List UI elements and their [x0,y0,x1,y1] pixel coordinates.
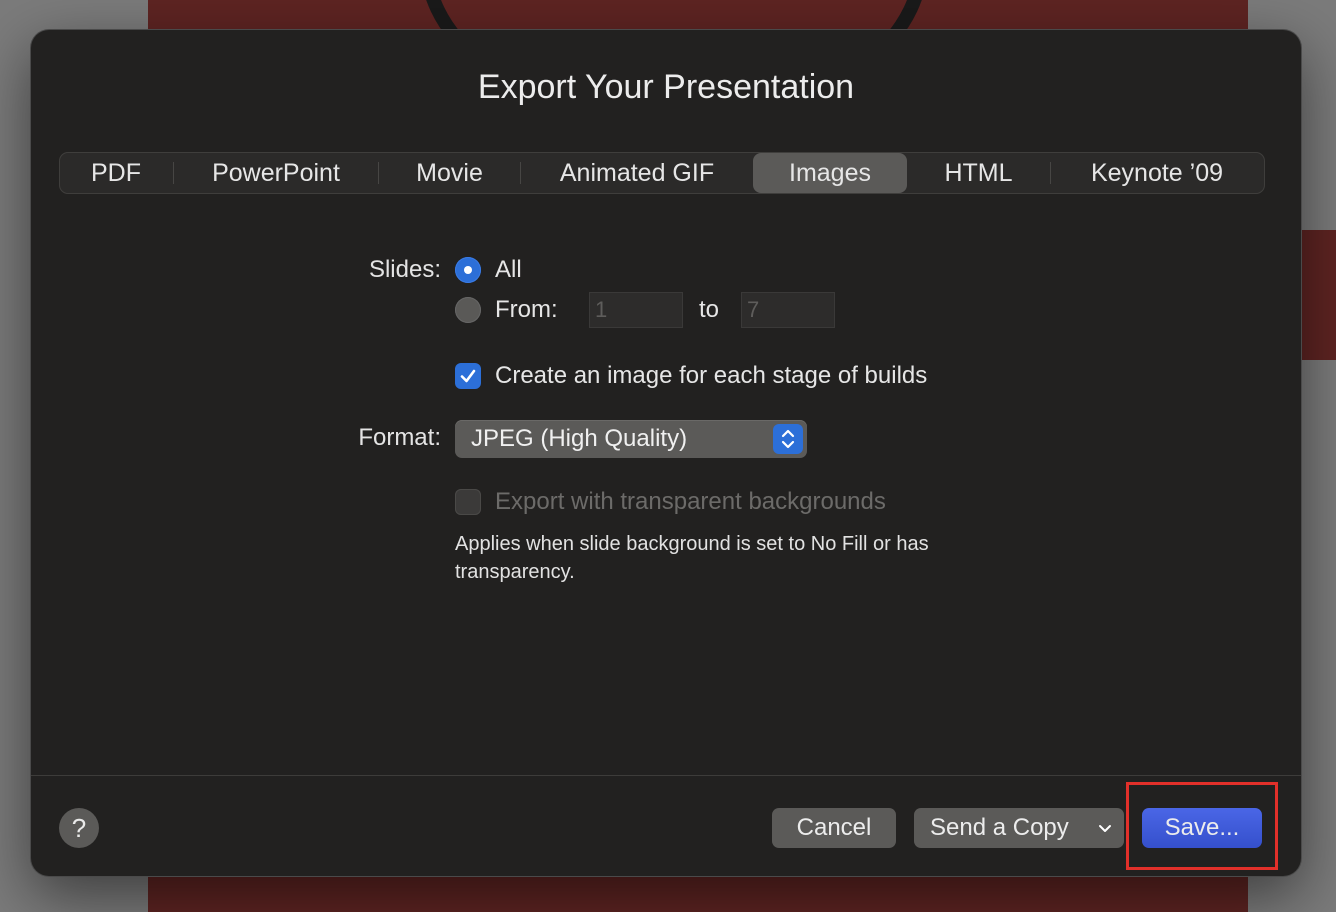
tab-powerpoint[interactable]: PowerPoint [174,153,378,193]
transparent-bg-checkbox[interactable] [455,489,481,515]
send-a-copy-label: Send a Copy [930,814,1069,841]
transparent-bg-label: Export with transparent backgrounds [495,488,886,515]
slides-to-field[interactable]: 7 [741,292,835,328]
tab-movie[interactable]: Movie [379,153,520,193]
tab-html[interactable]: HTML [907,153,1050,193]
builds-checkbox[interactable] [455,363,481,389]
slides-all-label[interactable]: All [495,256,522,284]
format-label: Format: [358,424,441,451]
slides-to-label: to [699,296,720,323]
cancel-button[interactable]: Cancel [772,808,896,848]
save-button-highlight [1126,782,1278,870]
format-select[interactable]: JPEG (High Quality) [455,420,807,458]
chevron-down-icon [1099,825,1111,832]
background-document-edge [1300,230,1336,360]
transparent-bg-note: Applies when slide background is set to … [455,533,929,583]
slides-label: Slides: [368,256,441,283]
help-button[interactable]: ? [59,808,99,848]
tab-images[interactable]: Images [753,153,907,193]
export-format-tabs: PDF PowerPoint Movie Animated GIF Images… [59,152,1265,194]
footer-divider [31,775,1301,776]
slides-from-label[interactable]: From: [495,296,558,324]
tab-pdf[interactable]: PDF [59,153,173,193]
builds-checkbox-label[interactable]: Create an image for each stage of builds [495,362,927,390]
slides-from-radio[interactable] [455,297,481,323]
updown-chevron-icon [773,424,803,454]
format-select-value: JPEG (High Quality) [471,425,688,452]
send-a-copy-button[interactable]: Send a Copy [914,808,1124,848]
slides-all-radio[interactable] [455,257,481,283]
export-dialog: Export Your Presentation PDF PowerPoint … [31,30,1301,876]
checkmark-icon [460,369,476,383]
tab-keynote-09[interactable]: Keynote ’09 [1051,153,1263,193]
slides-from-field[interactable]: 1 [589,292,683,328]
tab-animated-gif[interactable]: Animated GIF [521,153,753,193]
dialog-title: Export Your Presentation [477,68,855,106]
